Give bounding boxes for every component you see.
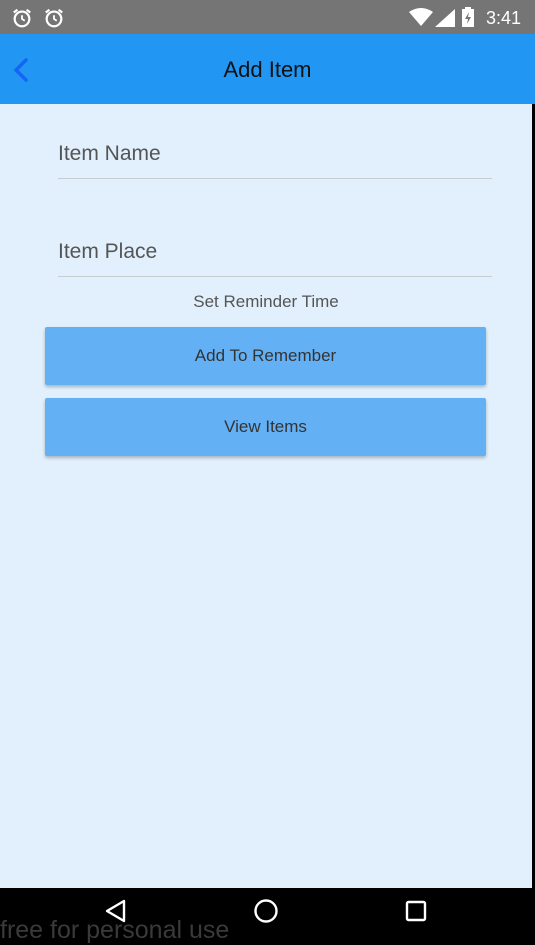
alarm-clock-icon [45,8,63,28]
home-circle-icon[interactable] [253,898,279,924]
item-place-field [58,216,492,277]
battery-icon [462,7,474,27]
app-bar: Add Item [0,34,535,104]
status-time: 3:41 [485,8,521,28]
status-bar: 3:41 [0,0,535,34]
add-item-form: Set Reminder Time Add To Remember View I… [0,104,532,888]
item-name-input[interactable] [58,142,492,166]
wifi-icon [409,8,433,26]
recents-square-icon[interactable] [404,898,428,924]
add-to-remember-button[interactable]: Add To Remember [45,327,486,385]
navigation-bar: free for personal use [0,888,535,944]
watermark-text: free for personal use [0,916,230,944]
signal-icon [435,9,455,27]
item-name-field [58,118,492,179]
set-reminder-time-link[interactable]: Set Reminder Time [0,292,532,312]
alarm-clock-icon [13,8,31,28]
page-title: Add Item [223,57,312,82]
item-place-input[interactable] [58,240,492,264]
view-items-button[interactable]: View Items [45,398,486,456]
